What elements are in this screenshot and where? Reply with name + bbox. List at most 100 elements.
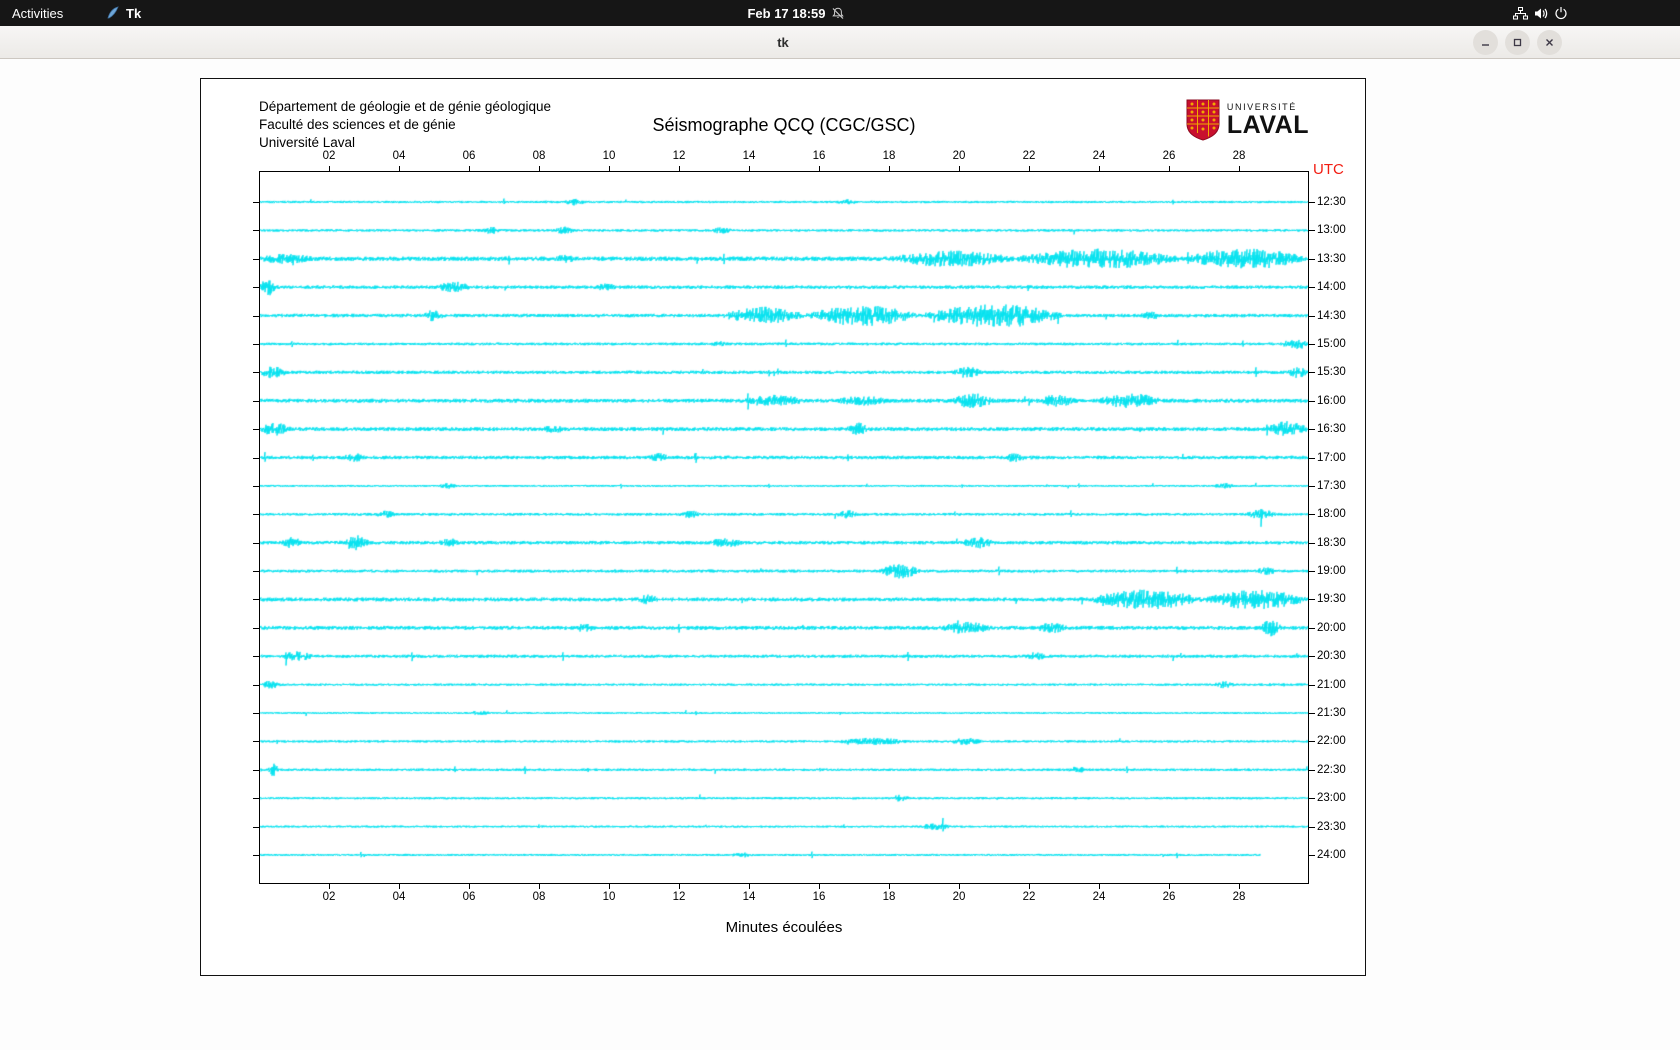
clock-button[interactable]: Feb 17 18:59 xyxy=(739,0,852,26)
app-menu-label: Tk xyxy=(126,6,141,21)
x-tick-bottom xyxy=(889,884,890,889)
close-button[interactable] xyxy=(1537,30,1562,55)
y-tick-left xyxy=(253,259,259,260)
y-tick-right xyxy=(1309,685,1315,686)
x-tick-bottom xyxy=(1029,884,1030,889)
x-tick-bottom xyxy=(399,884,400,889)
x-tick-label-top: 10 xyxy=(594,150,624,162)
y-tick-right xyxy=(1309,429,1315,430)
y-tick-left xyxy=(253,827,259,828)
trace-time-label: 13:30 xyxy=(1317,253,1346,265)
x-tick-top xyxy=(399,166,400,171)
x-axis-title: Minutes écoulées xyxy=(201,919,1367,936)
y-tick-left xyxy=(253,770,259,771)
x-tick-label-top: 02 xyxy=(314,150,344,162)
desktop: Activities Tk Feb 17 18:59 xyxy=(0,0,1680,1050)
y-tick-right xyxy=(1309,770,1315,771)
app-menu-button[interactable]: Tk xyxy=(98,0,149,26)
y-tick-left xyxy=(253,798,259,799)
clock-label: Feb 17 18:59 xyxy=(747,6,825,21)
x-tick-bottom xyxy=(959,884,960,889)
y-tick-left xyxy=(253,741,259,742)
x-tick-label-bottom: 14 xyxy=(734,891,764,903)
trace-time-label: 19:00 xyxy=(1317,565,1346,577)
seismogram-canvas xyxy=(260,172,1308,883)
y-tick-left xyxy=(253,628,259,629)
seismogram-plot-area xyxy=(259,171,1309,884)
y-tick-right xyxy=(1309,316,1315,317)
x-tick-top xyxy=(1169,166,1170,171)
x-tick-label-bottom: 04 xyxy=(384,891,414,903)
trace-time-label: 22:00 xyxy=(1317,735,1346,747)
x-tick-label-bottom: 16 xyxy=(804,891,834,903)
x-tick-label-top: 06 xyxy=(454,150,484,162)
trace-time-label: 17:30 xyxy=(1317,480,1346,492)
trace-time-label: 20:00 xyxy=(1317,622,1346,634)
x-tick-bottom xyxy=(469,884,470,889)
y-tick-right xyxy=(1309,202,1315,203)
system-top-bar: Activities Tk Feb 17 18:59 xyxy=(0,0,1680,26)
power-icon xyxy=(1554,6,1568,20)
y-tick-left xyxy=(253,685,259,686)
x-tick-bottom xyxy=(609,884,610,889)
university-laval-logo: UNIVERSITÉ LAVAL xyxy=(1186,99,1309,146)
x-tick-label-bottom: 26 xyxy=(1154,891,1184,903)
y-tick-right xyxy=(1309,855,1315,856)
trace-time-label: 15:00 xyxy=(1317,338,1346,350)
window-titlebar[interactable]: tk xyxy=(0,26,1680,59)
minimize-button[interactable] xyxy=(1473,30,1498,55)
x-tick-label-top: 26 xyxy=(1154,150,1184,162)
y-tick-right xyxy=(1309,486,1315,487)
x-tick-bottom xyxy=(679,884,680,889)
y-tick-right xyxy=(1309,599,1315,600)
x-tick-label-bottom: 10 xyxy=(594,891,624,903)
x-tick-label-bottom: 06 xyxy=(454,891,484,903)
x-tick-label-top: 14 xyxy=(734,150,764,162)
system-status-area[interactable] xyxy=(1505,0,1576,26)
window-title: tk xyxy=(777,26,789,59)
trace-time-label: 23:00 xyxy=(1317,792,1346,804)
trace-time-label: 16:00 xyxy=(1317,395,1346,407)
trace-time-label: 15:30 xyxy=(1317,366,1346,378)
y-tick-right xyxy=(1309,344,1315,345)
y-tick-right xyxy=(1309,741,1315,742)
y-tick-left xyxy=(253,202,259,203)
x-tick-top xyxy=(1239,166,1240,171)
x-tick-top xyxy=(539,166,540,171)
y-tick-left xyxy=(253,571,259,572)
activities-button[interactable]: Activities xyxy=(4,0,71,26)
x-tick-label-bottom: 22 xyxy=(1014,891,1044,903)
y-tick-left xyxy=(253,656,259,657)
notifications-muted-icon xyxy=(832,7,845,20)
trace-time-label: 14:30 xyxy=(1317,310,1346,322)
x-tick-top xyxy=(329,166,330,171)
y-tick-right xyxy=(1309,571,1315,572)
seismograph-frame: Département de géologie et de génie géol… xyxy=(200,78,1366,976)
x-tick-label-bottom: 28 xyxy=(1224,891,1254,903)
x-tick-label-bottom: 08 xyxy=(524,891,554,903)
maximize-button[interactable] xyxy=(1505,30,1530,55)
y-tick-right xyxy=(1309,514,1315,515)
y-tick-left xyxy=(253,514,259,515)
y-tick-left xyxy=(253,458,259,459)
y-tick-right xyxy=(1309,259,1315,260)
department-line1: Département de géologie et de génie géol… xyxy=(259,98,551,116)
x-tick-label-top: 18 xyxy=(874,150,904,162)
y-tick-left xyxy=(253,599,259,600)
x-tick-top xyxy=(819,166,820,171)
x-tick-label-top: 22 xyxy=(1014,150,1044,162)
x-tick-top xyxy=(959,166,960,171)
y-tick-right xyxy=(1309,401,1315,402)
x-tick-label-bottom: 24 xyxy=(1084,891,1114,903)
x-tick-top xyxy=(469,166,470,171)
y-tick-right xyxy=(1309,827,1315,828)
x-tick-label-top: 24 xyxy=(1084,150,1114,162)
x-tick-label-top: 16 xyxy=(804,150,834,162)
x-tick-label-top: 04 xyxy=(384,150,414,162)
logo-laval-text: LAVAL xyxy=(1227,112,1309,138)
y-tick-right xyxy=(1309,713,1315,714)
x-tick-label-bottom: 18 xyxy=(874,891,904,903)
y-tick-left xyxy=(253,486,259,487)
x-tick-bottom xyxy=(819,884,820,889)
x-tick-top xyxy=(679,166,680,171)
